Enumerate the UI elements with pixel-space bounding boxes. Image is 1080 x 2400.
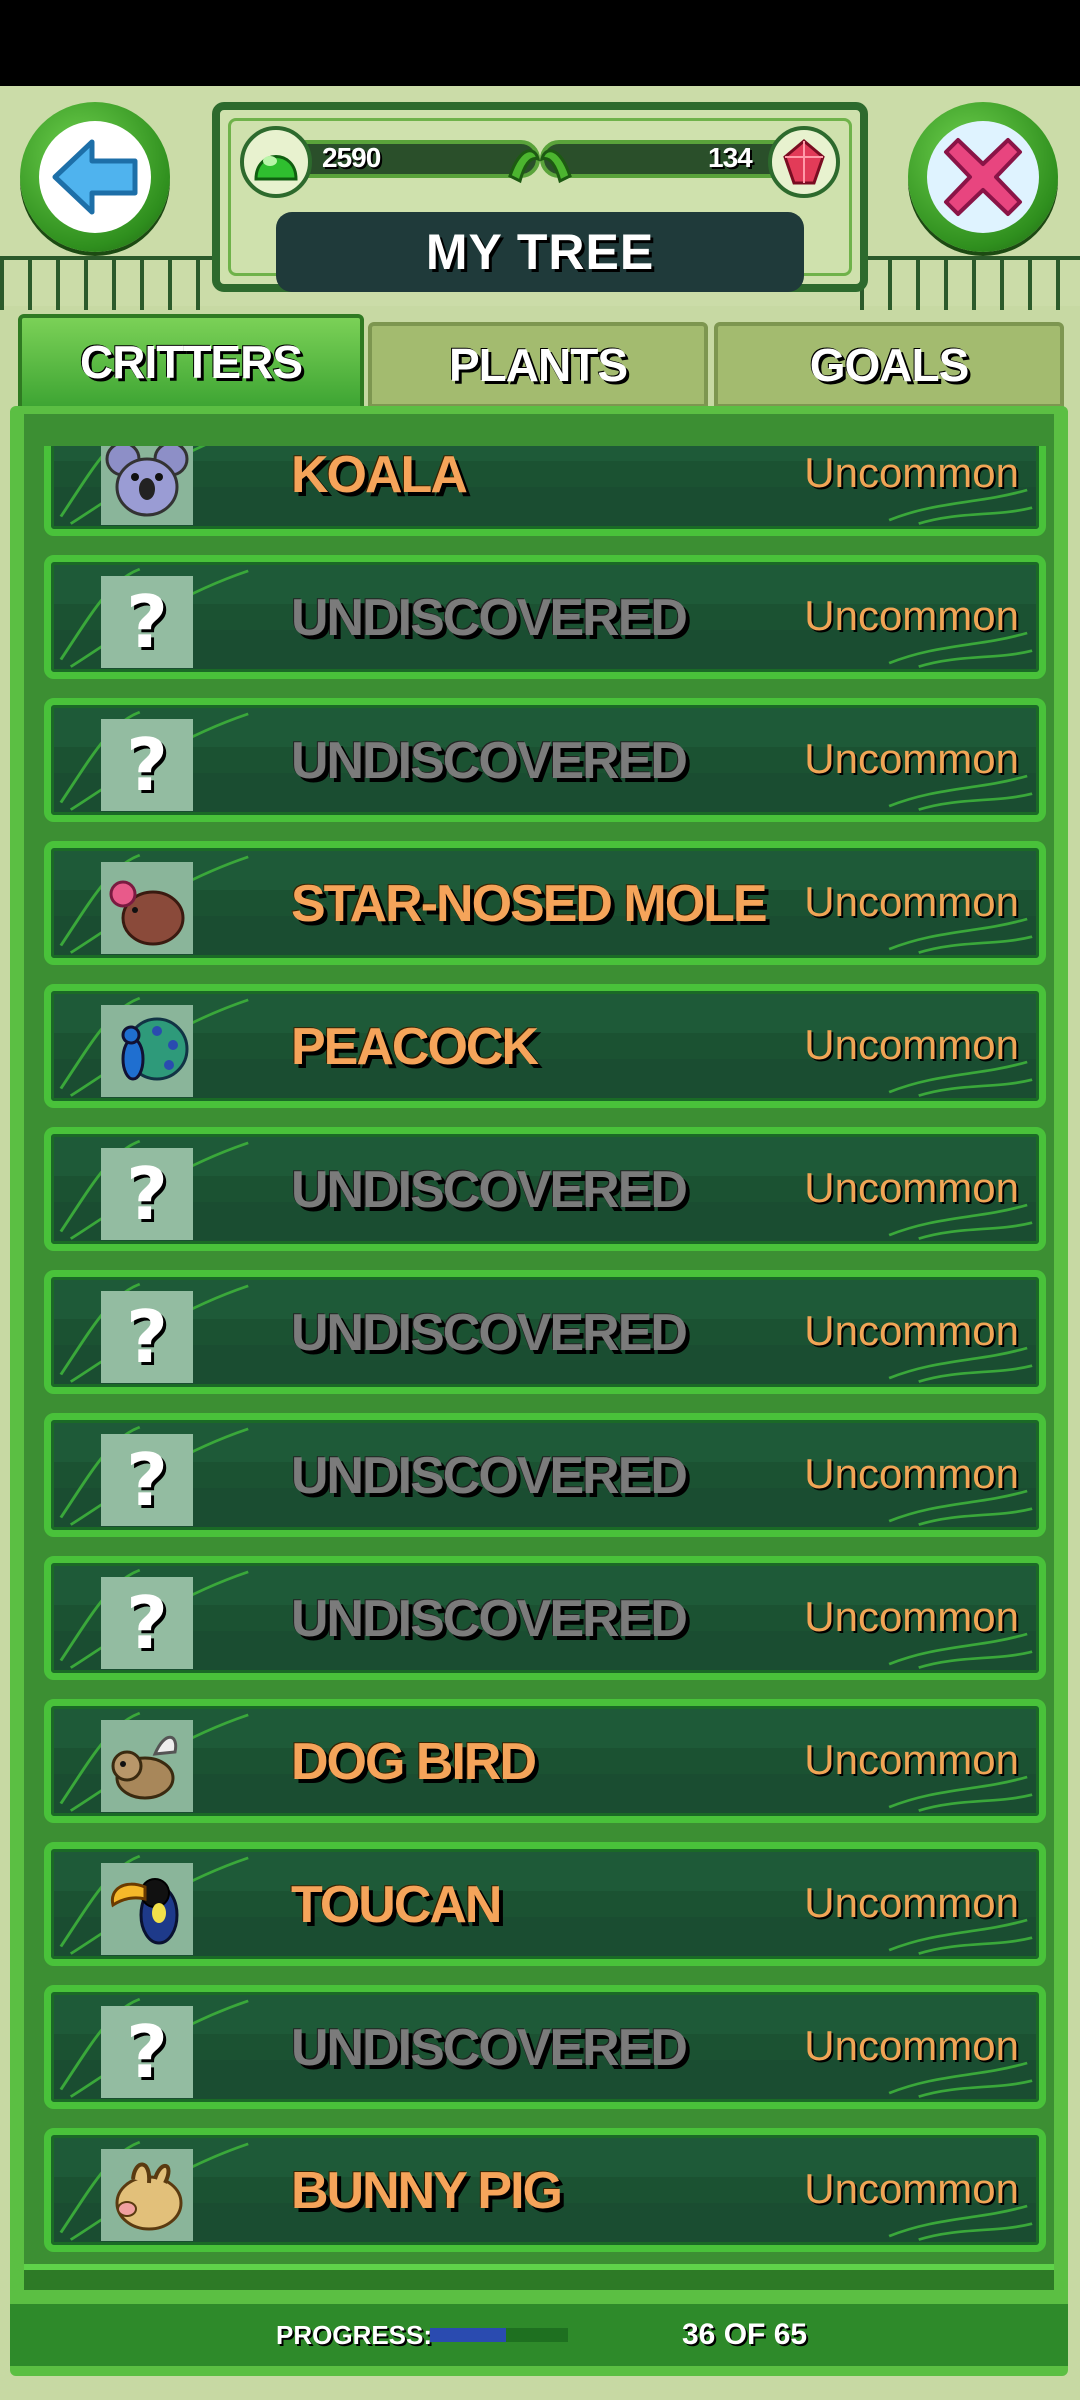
critter-row[interactable]: STAR-NOSED MOLE Uncommon <box>44 841 1046 965</box>
header: 2590 134 MY TREE <box>0 86 1080 310</box>
question-mark-icon: ? <box>101 1577 193 1669</box>
critter-row[interactable]: ? UNDISCOVERED Uncommon <box>44 1270 1046 1394</box>
critter-name: PEACOCK <box>291 1018 539 1076</box>
progress-label: PROGRESS: <box>276 2320 433 2350</box>
progress-footer: PROGRESS: 36 OF 65 <box>10 2304 1068 2366</box>
app-screen: 2590 134 MY TREE CRITTERS PLANTS GOALS K… <box>0 86 1080 2400</box>
critter-row[interactable]: TOUCAN Uncommon <box>44 1842 1046 1966</box>
tab-critters[interactable]: CRITTERS <box>18 314 364 410</box>
critter-rarity: Uncommon <box>804 1021 1019 1068</box>
critter-row[interactable]: ? UNDISCOVERED Uncommon <box>44 698 1046 822</box>
red-gem-count: 134 <box>708 142 753 173</box>
critter-name: UNDISCOVERED <box>291 2019 688 2077</box>
green-gem-count: 2590 <box>322 142 381 173</box>
close-x-icon <box>944 138 1022 216</box>
green-gem-icon <box>240 126 312 198</box>
red-crystal-icon <box>768 126 840 198</box>
question-mark-icon: ? <box>101 576 193 668</box>
critter-row[interactable]: ? UNDISCOVERED Uncommon <box>44 1413 1046 1537</box>
critter-name: DOG BIRD <box>291 1733 537 1791</box>
currency-bar: 2590 134 <box>240 126 840 198</box>
critter-rarity: Uncommon <box>804 1164 1019 1211</box>
critter-name: UNDISCOVERED <box>291 1590 688 1648</box>
status-bar <box>0 0 1080 86</box>
critter-rarity: Uncommon <box>804 592 1019 639</box>
critter-row[interactable]: ? UNDISCOVERED Uncommon <box>44 1127 1046 1251</box>
critter-name: TOUCAN <box>291 1876 502 1934</box>
critter-row[interactable]: ? UNDISCOVERED Uncommon <box>44 1985 1046 2109</box>
question-mark-icon: ? <box>101 1291 193 1383</box>
critter-rarity: Uncommon <box>804 878 1019 925</box>
peacock-icon <box>101 1005 193 1097</box>
critter-name: UNDISCOVERED <box>291 1161 688 1219</box>
critter-name: KOALA <box>291 446 468 504</box>
critter-list[interactable]: KOALA Uncommon? UNDISCOVERED Uncommon? UNDIS… <box>24 446 1054 2264</box>
critter-row[interactable]: DOG BIRD Uncommon <box>44 1699 1046 1823</box>
critter-row[interactable]: KOALA Uncommon <box>44 446 1046 536</box>
page-title-box: MY TREE <box>276 212 804 292</box>
critters-panel: KOALA Uncommon? UNDISCOVERED Uncommon? UNDIS… <box>10 406 1068 2376</box>
critter-name: UNDISCOVERED <box>291 1304 688 1362</box>
dog-bird-icon <box>101 1720 193 1812</box>
progress-fill <box>430 2328 507 2342</box>
question-mark-icon: ? <box>101 1148 193 1240</box>
bunny-pig-icon <box>101 2149 193 2241</box>
leaf-decoration-icon <box>508 149 572 184</box>
tab-bar: CRITTERS PLANTS GOALS <box>14 314 1066 410</box>
critter-rarity: Uncommon <box>804 1450 1019 1497</box>
koala-icon <box>101 446 193 525</box>
critter-rarity: Uncommon <box>804 449 1019 496</box>
critter-row[interactable]: BUNNY PIG Uncommon <box>44 2128 1046 2252</box>
critter-rarity: Uncommon <box>804 1736 1019 1783</box>
toucan-icon <box>101 1863 193 1955</box>
close-button[interactable] <box>908 102 1058 252</box>
fence-right-decoration <box>860 256 1080 310</box>
critter-rarity: Uncommon <box>804 1879 1019 1926</box>
tab-goals[interactable]: GOALS <box>714 322 1064 408</box>
critter-rarity: Uncommon <box>804 2165 1019 2212</box>
critter-rarity: Uncommon <box>804 735 1019 782</box>
critter-row[interactable]: ? UNDISCOVERED Uncommon <box>44 1556 1046 1680</box>
critter-name: UNDISCOVERED <box>291 589 688 647</box>
critter-name: UNDISCOVERED <box>291 1447 688 1505</box>
critter-rarity: Uncommon <box>804 1593 1019 1640</box>
question-mark-icon: ? <box>101 719 193 811</box>
star-nosed-mole-icon <box>101 862 193 954</box>
fence-left-decoration <box>0 256 215 310</box>
critter-row[interactable]: PEACOCK Uncommon <box>44 984 1046 1108</box>
question-mark-icon: ? <box>101 2006 193 2098</box>
page-title: MY TREE <box>425 224 655 280</box>
tab-plants[interactable]: PLANTS <box>368 322 708 408</box>
progress-count: 36 OF 65 <box>682 2318 808 2351</box>
back-arrow-icon <box>52 139 138 215</box>
back-button[interactable] <box>20 102 170 252</box>
critter-rarity: Uncommon <box>804 2022 1019 2069</box>
question-mark-icon: ? <box>101 1434 193 1526</box>
critter-name: UNDISCOVERED <box>291 732 688 790</box>
progress-track <box>430 2328 568 2342</box>
critter-row[interactable]: ? UNDISCOVERED Uncommon <box>44 555 1046 679</box>
critter-name: STAR-NOSED MOLE <box>291 875 768 933</box>
critter-rarity: Uncommon <box>804 1307 1019 1354</box>
critter-name: BUNNY PIG <box>291 2162 563 2220</box>
